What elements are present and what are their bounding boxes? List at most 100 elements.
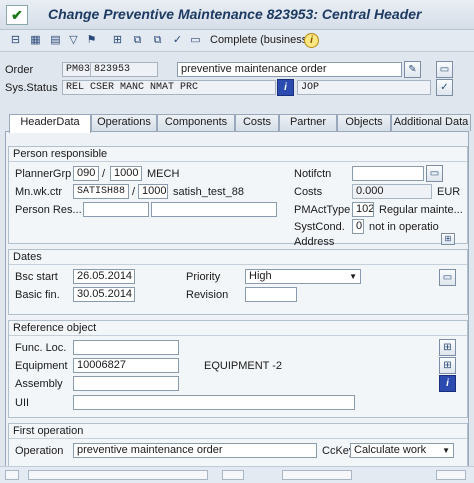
flag-icon[interactable]: ⚑: [84, 33, 99, 48]
user-status-field: JOP: [297, 80, 431, 95]
costs-field: 0.000: [352, 184, 432, 199]
bottom-scroll-area[interactable]: [0, 466, 474, 483]
tab-headerdata[interactable]: HeaderData: [9, 114, 91, 133]
order-number-field: 823953: [90, 62, 158, 77]
assembly-input[interactable]: [73, 376, 179, 391]
dates-title: Dates: [9, 250, 467, 265]
copy-icon[interactable]: ⧉: [150, 33, 165, 48]
basic-fin-input[interactable]: 30.05.2014: [73, 287, 135, 302]
pmacttype-text: Regular mainte...: [379, 204, 463, 216]
table-icon[interactable]: ▤: [48, 33, 63, 48]
mn-wk-ctr-plant-input[interactable]: 1000: [138, 184, 168, 199]
dates-group: Dates Bsc start 26.05.2014 Basic fin. 30…: [8, 249, 468, 315]
structure-list-icon[interactable]: ⊞: [439, 357, 456, 374]
order-description-input[interactable]: preventive maintenance order: [177, 62, 402, 77]
pmacttype-input[interactable]: 102: [352, 202, 374, 217]
mn-wk-ctr-input[interactable]: SATISH88: [73, 184, 129, 199]
filter-icon[interactable]: ▽: [66, 33, 81, 48]
planner-grp-input[interactable]: 090: [73, 166, 99, 181]
notification-icon[interactable]: ▭: [426, 165, 443, 182]
person-res-input[interactable]: [83, 202, 149, 217]
tab-operations[interactable]: Operations: [91, 114, 157, 131]
notifctn-input[interactable]: [352, 166, 424, 181]
tab-components[interactable]: Components: [157, 114, 235, 131]
first-operation-title: First operation: [9, 424, 467, 439]
info-icon[interactable]: i: [304, 33, 319, 48]
assembly-label: Assembly: [15, 378, 63, 390]
costs-label: Costs: [294, 186, 323, 198]
func-loc-input[interactable]: [73, 340, 179, 355]
func-loc-label: Func. Loc.: [15, 342, 67, 354]
address-icon[interactable]: ⊞: [441, 233, 455, 245]
tab-strip: HeaderData Operations Components Costs P…: [5, 114, 474, 133]
equipment-input[interactable]: 10006827: [73, 358, 179, 373]
partial-field: [436, 470, 466, 480]
systcond-text: not in operatio: [369, 221, 439, 233]
first-operation-group: First operation Operation preventive mai…: [8, 423, 468, 467]
display-icon[interactable]: ⊟: [8, 33, 23, 48]
planner-grp-plant-input[interactable]: 1000: [110, 166, 142, 181]
application-toolbar: ⊟ ▦ ▤ ▽ ⚑ ⊞ ⧉ ⧉ ✓ ▭ Complete (business) …: [0, 30, 474, 52]
address-label: Address: [294, 236, 335, 248]
uii-input[interactable]: [73, 395, 355, 410]
operation-input[interactable]: preventive maintenance order: [73, 443, 317, 458]
bsc-start-input[interactable]: 26.05.2014: [73, 269, 135, 284]
person-responsible-group: Person responsible PlannerGrp 090 / 1000…: [8, 146, 468, 248]
tab-costs[interactable]: Costs: [235, 114, 279, 131]
slash-separator: /: [132, 186, 136, 198]
pmacttype-label: PMActType: [294, 204, 351, 216]
title-bar: ✔ Change Preventive Maintenance 823953: …: [0, 0, 474, 30]
priority-value: High: [249, 270, 272, 282]
tab-objects[interactable]: Objects: [337, 114, 391, 131]
chevron-down-icon[interactable]: ▼: [442, 444, 450, 457]
notes-icon[interactable]: ▭: [436, 61, 453, 78]
person-res-label: Person Res...: [15, 204, 82, 216]
mn-wk-ctr-text: satish_test_88: [173, 186, 244, 198]
bsc-start-label: Bsc start: [15, 271, 58, 283]
long-text-edit-icon[interactable]: ✎: [404, 61, 421, 78]
copy-icon[interactable]: ⧉: [130, 33, 145, 48]
sys-status-field: REL CSER MANC NMAT PRC: [62, 80, 276, 95]
reference-object-group: Reference object Func. Loc. Equipment 10…: [8, 320, 468, 418]
status-info-icon[interactable]: i: [277, 79, 294, 96]
headerdata-panel: Person responsible PlannerGrp 090 / 1000…: [5, 131, 469, 468]
systcond-label: SystCond.: [294, 221, 345, 233]
systcond-input[interactable]: 0: [352, 219, 364, 234]
slash-separator: /: [102, 168, 106, 180]
tab-partner[interactable]: Partner: [279, 114, 337, 131]
priority-select[interactable]: High ▼: [245, 269, 361, 284]
partial-field: [28, 470, 208, 480]
hierarchy-icon[interactable]: ⊞: [110, 33, 125, 48]
equipment-label: Equipment: [15, 360, 68, 372]
check-icon[interactable]: ✔: [6, 5, 28, 25]
scroll-left-button[interactable]: [5, 470, 19, 480]
reference-object-title: Reference object: [9, 321, 467, 336]
partial-field: [222, 470, 244, 480]
partial-field: [282, 470, 352, 480]
object-info-icon[interactable]: i: [439, 375, 456, 392]
set-status-icon[interactable]: ✓: [436, 79, 453, 96]
person-responsible-title: Person responsible: [9, 147, 467, 162]
costs-currency: EUR: [437, 186, 461, 198]
order-type-field: PM03: [62, 62, 91, 77]
structure-icon[interactable]: ⊞: [439, 339, 456, 356]
uii-label: UII: [15, 397, 30, 409]
operation-label: Operation: [15, 445, 64, 457]
notifctn-label: Notifctn: [294, 168, 332, 180]
document-icon[interactable]: ▭: [188, 33, 203, 48]
calendar-icon[interactable]: ▦: [28, 33, 43, 48]
complete-business-button[interactable]: Complete (business): [210, 34, 311, 46]
equipment-text: EQUIPMENT -2: [204, 360, 283, 372]
planner-grp-label: PlannerGrp: [15, 168, 72, 180]
revision-label: Revision: [186, 289, 229, 301]
mn-wk-ctr-label: Mn.wk.ctr: [15, 186, 63, 198]
scheduling-icon[interactable]: ▭: [439, 269, 456, 286]
revision-input[interactable]: [245, 287, 297, 302]
cckey-value: Calculate work: [354, 444, 427, 456]
checkmark-icon[interactable]: ✓: [170, 33, 185, 48]
window-title: Change Preventive Maintenance 823953: Ce…: [48, 6, 422, 22]
cckey-select[interactable]: Calculate work ▼: [350, 443, 454, 458]
tab-additional-data[interactable]: Additional Data: [391, 114, 471, 131]
chevron-down-icon[interactable]: ▼: [349, 270, 357, 283]
order-label: Order: [5, 64, 34, 76]
